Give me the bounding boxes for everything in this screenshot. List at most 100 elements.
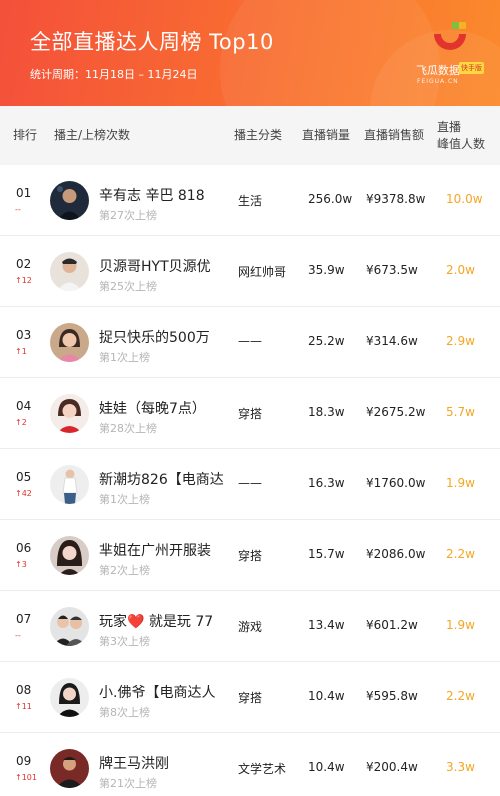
table-row[interactable]: 03 ↑1 捉只快乐的500万 第1次上榜 —— 25.2w ¥314.6w 2… xyxy=(0,307,500,378)
anchor-name[interactable]: 娃娃（每晚7点） xyxy=(99,398,227,418)
live-sales: 10.4w xyxy=(308,689,345,703)
anchor-category: 生活 xyxy=(238,194,263,208)
rank-change: ↑101 xyxy=(15,773,37,782)
rank-change: ↑42 xyxy=(15,489,32,498)
stat-period: 统计周期：11月18日 – 11月24日 xyxy=(30,68,198,81)
live-amount: ¥200.4w xyxy=(366,760,418,774)
live-amount: ¥601.2w xyxy=(366,618,418,632)
table-row[interactable]: 09 ↑101 牌王马洪刚 第21次上榜 文学艺术 10.4w ¥200.4w … xyxy=(0,733,500,796)
anchor-name[interactable]: 牌王马洪刚 xyxy=(99,753,227,773)
anchor-name[interactable]: 玩家❤️ 就是玩 77 xyxy=(99,611,227,631)
peak-viewers: 2.0w xyxy=(446,263,475,277)
anchor-category: 文学艺术 xyxy=(238,762,287,776)
rank-change: ↑12 xyxy=(15,276,32,285)
anchor-category: 游戏 xyxy=(238,620,263,634)
avatar-icon xyxy=(50,252,89,291)
table-row[interactable]: 04 ↑2 娃娃（每晚7点） 第28次上榜 穿搭 18.3w ¥2675.2w … xyxy=(0,378,500,449)
peak-viewers: 3.3w xyxy=(446,760,475,774)
rank-change: ↑11 xyxy=(15,702,32,711)
table-row[interactable]: 06 ↑3 芈姐在广州开服装 第2次上榜 穿搭 15.7w ¥2086.0w 2… xyxy=(0,520,500,591)
anchor-name[interactable]: 捉只快乐的500万 xyxy=(99,327,227,347)
anchor-name[interactable]: 芈姐在广州开服装 xyxy=(99,540,227,560)
listing-count: 第8次上榜 xyxy=(99,706,150,719)
live-sales: 10.4w xyxy=(308,760,345,774)
rank-number: 09 xyxy=(16,754,32,768)
logo-name: 飞瓜数据 xyxy=(416,64,460,77)
table-row[interactable]: 08 ↑11 小.佛爷【电商达人 第8次上榜 穿搭 10.4w ¥595.8w … xyxy=(0,662,500,733)
avatar-icon xyxy=(50,181,89,220)
peak-viewers: 2.2w xyxy=(446,689,475,703)
rank-change: ↑1 xyxy=(15,347,27,356)
rank-change: ↑3 xyxy=(15,560,27,569)
logo-badge: 快手版 xyxy=(459,62,484,74)
rank-number: 08 xyxy=(16,683,32,697)
live-sales: 18.3w xyxy=(308,405,345,419)
anchor-category: 穿搭 xyxy=(238,549,263,563)
peak-viewers: 1.9w xyxy=(446,476,475,490)
avatar-icon xyxy=(50,323,89,362)
live-sales: 35.9w xyxy=(308,263,345,277)
live-amount: ¥1760.0w xyxy=(366,476,426,490)
rank-number: 03 xyxy=(16,328,32,342)
listing-count: 第25次上榜 xyxy=(99,280,157,293)
rank-number: 07 xyxy=(16,612,32,626)
anchor-name[interactable]: 贝源哥HYT贝源优 xyxy=(99,256,227,276)
listing-count: 第27次上榜 xyxy=(99,209,157,222)
live-sales: 25.2w xyxy=(308,334,345,348)
live-sales: 16.3w xyxy=(308,476,345,490)
live-amount: ¥2086.0w xyxy=(366,547,426,561)
header-peak-line2: 峰值人数 xyxy=(437,136,486,151)
live-amount: ¥2675.2w xyxy=(366,405,426,419)
peak-viewers: 2.2w xyxy=(446,547,475,561)
anchor-category: 穿搭 xyxy=(238,691,263,705)
avatar-icon xyxy=(50,394,89,433)
live-amount: ¥9378.8w xyxy=(366,192,426,206)
live-amount: ¥314.6w xyxy=(366,334,418,348)
avatar-icon xyxy=(50,749,89,788)
peak-viewers: 1.9w xyxy=(446,618,475,632)
table-row[interactable]: 05 ↑42 新潮坊826【电商达 第1次上榜 —— 16.3w ¥1760.0… xyxy=(0,449,500,520)
rank-number: 01 xyxy=(16,186,32,200)
live-sales: 256.0w xyxy=(308,192,353,206)
listing-count: 第21次上榜 xyxy=(99,777,157,790)
rank-number: 04 xyxy=(16,399,32,413)
rank-number: 05 xyxy=(16,470,32,484)
table-row[interactable]: 01 -- 辛有志 辛巴 818 第27次上榜 生活 256.0w ¥9378.… xyxy=(0,165,500,236)
header-anchor: 播主/上榜次数 xyxy=(54,128,131,142)
listing-count: 第1次上榜 xyxy=(99,493,150,506)
anchor-name[interactable]: 小.佛爷【电商达人 xyxy=(99,682,227,702)
listing-count: 第3次上榜 xyxy=(99,635,150,648)
table-row[interactable]: 07 -- 玩家❤️ 就是玩 77 第3次上榜 游戏 13.4w ¥601.2w… xyxy=(0,591,500,662)
anchor-category: 网红帅哥 xyxy=(238,265,287,279)
live-sales: 15.7w xyxy=(308,547,345,561)
header-peak: 直播 峰值人数 xyxy=(437,106,487,165)
header-rank: 排行 xyxy=(13,128,38,142)
live-sales: 13.4w xyxy=(308,618,345,632)
header-banner: 全部直播达人周榜 Top10 统计周期：11月18日 – 11月24日 飞瓜数据… xyxy=(0,0,500,106)
rank-change: ↑2 xyxy=(15,418,27,427)
anchor-name[interactable]: 新潮坊826【电商达 xyxy=(99,469,227,489)
avatar-icon xyxy=(50,607,89,646)
peak-viewers: 5.7w xyxy=(446,405,475,419)
peak-viewers: 10.0w xyxy=(446,192,483,206)
rank-change: -- xyxy=(15,631,21,640)
listing-count: 第1次上榜 xyxy=(99,351,150,364)
header-sales: 直播销量 xyxy=(302,128,351,142)
anchor-name[interactable]: 辛有志 辛巴 818 xyxy=(99,185,227,205)
rank-change: -- xyxy=(15,205,21,214)
anchor-category: 穿搭 xyxy=(238,407,263,421)
header-peak-line1: 直播 xyxy=(437,119,462,134)
avatar-icon xyxy=(50,678,89,717)
feigua-logo: 飞瓜数据 快手版 FEIGUA.CN xyxy=(414,20,488,94)
table-row[interactable]: 02 ↑12 贝源哥HYT贝源优 第25次上榜 网红帅哥 35.9w ¥673.… xyxy=(0,236,500,307)
header-category: 播主分类 xyxy=(234,128,283,142)
peak-viewers: 2.9w xyxy=(446,334,475,348)
anchor-category: —— xyxy=(238,476,262,490)
header-amount: 直播销售额 xyxy=(364,128,425,142)
listing-count: 第2次上榜 xyxy=(99,564,150,577)
logo-subtitle: FEIGUA.CN xyxy=(417,78,459,85)
listing-count: 第28次上榜 xyxy=(99,422,157,435)
table-header: 排行 播主/上榜次数 播主分类 直播销量 直播销售额 直播 峰值人数 xyxy=(0,106,500,165)
live-amount: ¥673.5w xyxy=(366,263,418,277)
avatar-icon xyxy=(50,536,89,575)
